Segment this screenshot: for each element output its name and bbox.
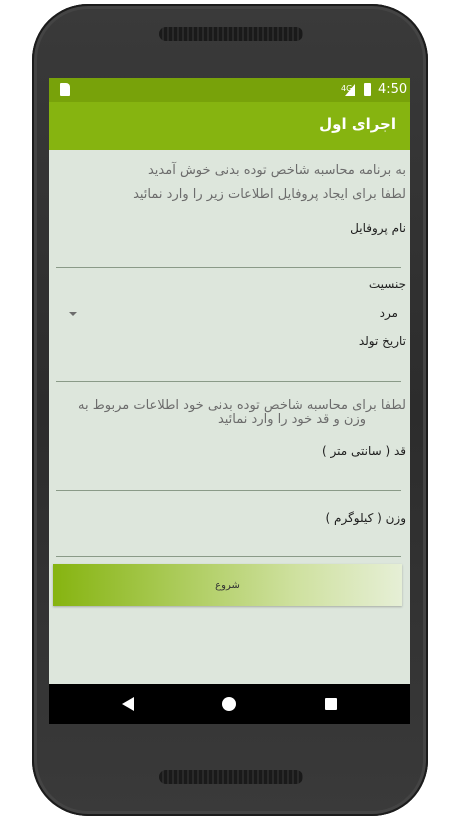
birth-date-label: تاریخ تولد <box>358 334 406 348</box>
profile-name-input[interactable] <box>56 267 401 268</box>
phone-frame: 4G 4:50 اجرای اول به برنامه محاسبه شاخص … <box>32 4 428 816</box>
dropdown-arrow-icon <box>69 312 77 316</box>
screen: 4G 4:50 اجرای اول به برنامه محاسبه شاخص … <box>49 78 410 724</box>
start-button[interactable]: شروع <box>53 564 402 606</box>
bottom-speaker <box>159 770 303 784</box>
weight-input[interactable] <box>56 556 401 557</box>
app-title: اجرای اول <box>319 115 396 133</box>
profile-name-label: نام پروفایل <box>350 221 406 235</box>
sd-card-icon <box>60 83 70 96</box>
clock: 4:50 <box>378 82 408 97</box>
height-label: قد ( سانتی متر ) <box>322 444 406 458</box>
home-icon[interactable] <box>222 697 236 711</box>
gender-label: جنسیت <box>368 277 406 291</box>
height-input[interactable] <box>56 490 401 491</box>
gender-selected: مرد <box>379 306 398 320</box>
recent-apps-icon[interactable] <box>325 698 337 710</box>
status-bar: 4G 4:50 <box>49 78 410 102</box>
birth-date-input[interactable] <box>56 381 401 382</box>
info-line-1: لطفا برای محاسبه شاخص توده بدنی خود اطلا… <box>78 398 406 413</box>
app-bar: اجرای اول <box>49 102 410 150</box>
info-line-2: وزن و قد خود را وارد نمائید <box>217 412 366 427</box>
network-type: 4G <box>341 84 353 93</box>
welcome-line-2: لطفا برای ایجاد پروفایل اطلاعات زیر را و… <box>133 187 406 202</box>
welcome-line-1: به برنامه محاسبه شاخص توده بدنی خوش آمدی… <box>147 163 406 178</box>
top-speaker <box>159 27 303 41</box>
weight-label: وزن ( کیلوگرم ) <box>325 511 406 525</box>
battery-icon <box>364 83 371 96</box>
back-icon[interactable] <box>122 697 134 711</box>
navigation-bar <box>49 684 410 724</box>
